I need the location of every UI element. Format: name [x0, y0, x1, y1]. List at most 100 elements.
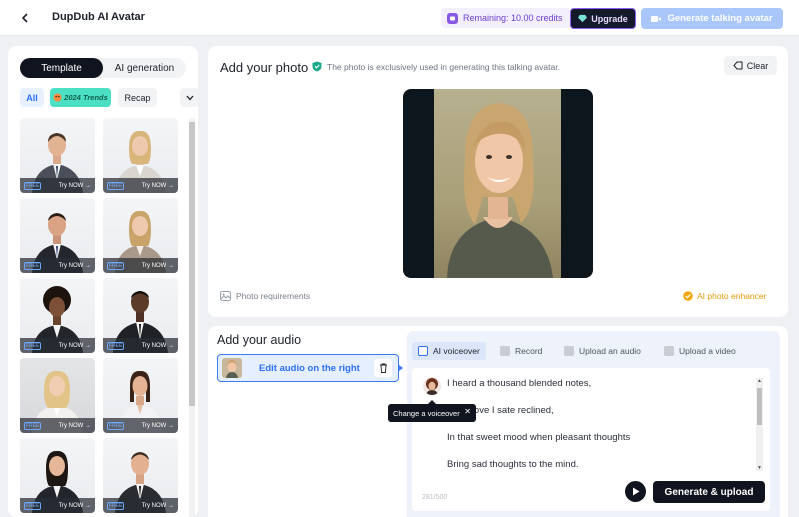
filter-all[interactable]: All — [20, 88, 44, 107]
character-count: 281/500 — [422, 494, 448, 501]
card-overlay: FREE Try NOW → — [103, 178, 178, 193]
clear-label: Clear — [746, 60, 769, 71]
ai-photo-enhancer-toggle[interactable]: AI photo enhancer — [683, 291, 766, 301]
free-tag: FREE — [24, 501, 42, 510]
filter-chips: All 2024 Trends Recap — [20, 88, 198, 108]
script-line: Bring sad thoughts to the mind. — [447, 459, 579, 470]
template-card[interactable]: FREE Try NOW → — [20, 438, 95, 513]
emoji-icon — [53, 93, 62, 102]
template-card[interactable]: FREE Try NOW → — [20, 358, 95, 433]
free-tag: FREE — [107, 261, 125, 270]
play-icon[interactable] — [625, 481, 646, 502]
photo-title: Add your photo — [220, 60, 309, 75]
audio-title: Add your audio — [217, 333, 302, 347]
tab-ai-voiceover[interactable]: AI voiceover — [412, 342, 486, 360]
image-icon — [220, 291, 231, 301]
ai-voiceover-icon — [418, 346, 428, 356]
editor-scrollbar-thumb[interactable] — [757, 388, 762, 425]
try-now-label: Try NOW → — [58, 182, 91, 189]
scroll-up-icon[interactable]: ▲ — [757, 378, 762, 384]
template-card[interactable]: FREE Try NOW → — [20, 278, 95, 353]
ai-photo-enhancer-label: AI photo enhancer — [697, 291, 767, 301]
tab-ai-voiceover-label: AI voiceover — [433, 346, 480, 356]
try-now-label: Try NOW → — [141, 262, 174, 269]
template-card[interactable]: FREE Try NOW → — [103, 438, 178, 513]
template-card[interactable]: FREE Try NOW → — [20, 198, 95, 273]
eraser-icon — [733, 61, 743, 70]
free-tag: FREE — [107, 341, 125, 350]
clear-button[interactable]: Clear — [724, 56, 777, 75]
generate-upload-button[interactable]: Generate & upload — [653, 481, 765, 503]
diamond-icon — [578, 14, 588, 23]
tab-record-label: Record — [515, 346, 543, 356]
filter-2024-trends-label: 2024 Trends — [64, 93, 108, 102]
free-tag: FREE — [24, 421, 42, 430]
filter-2024-trends[interactable]: 2024 Trends — [50, 88, 111, 107]
free-tag: FREE — [24, 341, 42, 350]
template-card[interactable]: FREE Try NOW → — [103, 198, 178, 273]
upgrade-label: Upgrade — [591, 13, 628, 24]
credits-text: Remaining: 10.00 credits — [463, 13, 563, 23]
template-card[interactable]: FREE Try NOW → — [103, 358, 178, 433]
generate-talking-avatar-label: Generate talking avatar — [667, 13, 773, 24]
try-now-label: Try NOW → — [141, 182, 174, 189]
card-overlay: FREE Try NOW → — [20, 498, 95, 513]
credits-badge[interactable]: Remaining: 10.00 credits — [441, 8, 571, 28]
voice-avatar — [222, 358, 242, 378]
filter-recap[interactable]: Recap — [118, 88, 157, 107]
edit-audio-item[interactable]: Edit audio on the right — [217, 354, 399, 382]
scroll-down-icon[interactable]: ▼ — [757, 465, 762, 471]
script-line: I heard a thousand blended notes, — [447, 378, 592, 389]
change-voiceover-tooltip: Change a voiceover ✕ — [388, 400, 476, 422]
tab-template[interactable]: Template — [20, 58, 103, 78]
audio-panel: Add your audio Edit audio on the right A… — [208, 326, 788, 517]
template-card[interactable]: FREE Try NOW → — [20, 118, 95, 193]
free-tag: FREE — [107, 181, 125, 190]
template-card[interactable]: FREE Try NOW → — [103, 118, 178, 193]
tab-ai-generation[interactable]: AI generation — [103, 58, 186, 78]
speaker-avatar[interactable] — [423, 377, 441, 395]
try-now-label: Try NOW → — [141, 422, 174, 429]
close-icon[interactable]: ✕ — [464, 407, 471, 416]
app-title: DupDub AI Avatar — [52, 11, 145, 23]
trash-icon[interactable] — [374, 359, 392, 377]
tab-upload-video[interactable]: Upload a video — [664, 342, 736, 360]
card-overlay: FREE Try NOW → — [103, 498, 178, 513]
try-now-label: Try NOW → — [141, 502, 174, 509]
try-now-label: Try NOW → — [141, 342, 174, 349]
top-bar: DupDub AI Avatar Remaining: 10.00 credit… — [0, 0, 799, 36]
back-arrow-icon[interactable] — [16, 9, 34, 27]
photo-requirements-link[interactable]: Photo requirements — [220, 291, 310, 301]
upload-audio-icon — [564, 346, 574, 356]
free-tag: FREE — [24, 181, 42, 190]
script-text-editor[interactable]: I heard a thousand blended notes, In a g… — [412, 368, 770, 511]
free-tag: FREE — [107, 501, 125, 510]
template-panel: Template AI generation All 2024 Trends R… — [8, 46, 198, 517]
check-circle-icon — [683, 291, 693, 301]
free-tag: FREE — [24, 261, 42, 270]
chevron-down-icon[interactable] — [180, 88, 198, 107]
script-line: In that sweet mood when pleasant thought… — [447, 432, 631, 443]
tab-upload-audio[interactable]: Upload an audio — [564, 342, 641, 360]
card-overlay: FREE Try NOW → — [103, 258, 178, 273]
generate-talking-avatar-button[interactable]: Generate talking avatar — [641, 8, 783, 29]
photo-privacy-note: The photo is exclusively used in generat… — [312, 61, 560, 72]
photo-requirements-label: Photo requirements — [236, 291, 311, 301]
editor-scrollbar[interactable]: ▲ ▼ — [756, 378, 763, 471]
tab-upload-video-label: Upload a video — [679, 346, 736, 356]
upgrade-button[interactable]: Upgrade — [570, 8, 636, 29]
edit-audio-label: Edit audio on the right — [259, 363, 360, 374]
template-scrollbar-thumb[interactable] — [189, 122, 195, 406]
voiceover-editor-panel: AI voiceover Record Upload an audio Uplo… — [407, 331, 780, 517]
card-overlay: FREE Try NOW → — [20, 418, 95, 433]
shield-check-icon — [312, 61, 322, 72]
card-overlay: FREE Try NOW → — [103, 338, 178, 353]
card-overlay: FREE Try NOW → — [20, 178, 95, 193]
tab-upload-audio-label: Upload an audio — [579, 346, 641, 356]
try-now-label: Try NOW → — [58, 342, 91, 349]
video-icon — [651, 15, 662, 22]
photo-privacy-text: The photo is exclusively used in generat… — [327, 61, 560, 72]
template-card[interactable]: FREE Try NOW → — [103, 278, 178, 353]
tab-record[interactable]: Record — [500, 342, 542, 360]
card-overlay: FREE Try NOW → — [20, 338, 95, 353]
